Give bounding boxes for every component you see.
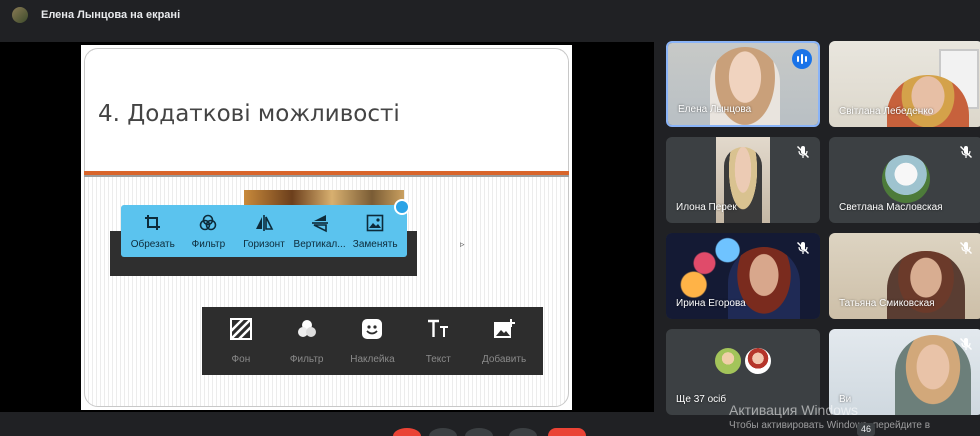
crop-tool[interactable]: Обрезать — [126, 213, 180, 250]
participant-name: Светлана Масловская — [839, 202, 943, 213]
participant-tile[interactable]: Татьяна Смиковская — [829, 233, 980, 319]
text-tool[interactable]: Текст — [407, 318, 469, 365]
avatar — [713, 346, 743, 376]
filter-tool[interactable]: Фильтр — [276, 318, 338, 365]
tool-label: Добавить — [481, 353, 527, 365]
tool-label: Обрезать — [130, 238, 175, 250]
flip-vertical-icon — [311, 214, 328, 232]
tool-label: Фон — [231, 353, 251, 365]
slide-title: 4. Додаткові можливості — [98, 101, 400, 127]
tool-label: Вертикал... — [293, 238, 346, 250]
tool-label: Фильтр — [191, 238, 226, 250]
tool-label: Наклейка — [350, 353, 395, 365]
replace-image-tool[interactable]: Заменять — [348, 213, 402, 250]
participant-tile[interactable]: Світлана Лебеденко — [829, 41, 980, 127]
mic-off-icon — [797, 242, 809, 254]
participant-name: Елена Лынцова — [678, 104, 752, 115]
mic-button[interactable] — [393, 428, 421, 436]
top-bar: Елена Лынцова на екрані — [0, 0, 980, 30]
tool-label: Текст — [425, 353, 451, 365]
presenter-title: Елена Лынцова на екрані — [41, 9, 181, 21]
participant-avatar — [882, 155, 930, 203]
tool-label: Фильтр — [289, 353, 324, 365]
participant-tile[interactable]: Ирина Егорова — [666, 233, 820, 319]
windows-activation-watermark: Активация Windows — [729, 402, 859, 418]
more-options-button[interactable] — [509, 428, 537, 436]
windows-activation-hint: Чтобы активировать Windows, перейдите в — [729, 420, 931, 431]
edit-toolbar: Обрезать Фильтр Горизонт Вертикал... Зам… — [121, 205, 407, 257]
filter-icon — [200, 214, 217, 230]
camera-button[interactable] — [429, 428, 457, 436]
filter-icon — [297, 319, 316, 337]
participant-name: Світлана Лебеденко — [839, 106, 934, 117]
mic-off-icon — [960, 146, 972, 158]
participant-count-badge[interactable]: 46 — [857, 423, 875, 436]
image-replace-icon — [366, 214, 384, 231]
slide-divider — [84, 171, 569, 177]
crop-icon — [144, 214, 160, 230]
meeting-window: Елена Лынцова на екрані 4. Додаткові мож… — [0, 0, 980, 436]
add-image-tool[interactable]: Добавить — [473, 318, 535, 365]
background-tool[interactable]: Фон — [210, 317, 272, 365]
participant-name: Татьяна Смиковская — [839, 298, 935, 309]
mic-off-icon — [960, 338, 972, 350]
background-icon — [229, 317, 252, 340]
participant-tile[interactable]: Илона Перек — [666, 137, 820, 223]
avatar — [743, 346, 773, 376]
text-icon — [428, 319, 449, 337]
add-image-icon — [494, 318, 516, 338]
participant-tile[interactable]: Светлана Масловская — [829, 137, 980, 223]
flip-vertical-tool[interactable]: Вертикал... — [293, 213, 347, 250]
presenter-avatar — [12, 7, 28, 23]
tool-label: Горизонт — [243, 238, 285, 250]
presentation-slide: 4. Додаткові можливості Обрезать Фильтр … — [81, 45, 572, 410]
shared-screen: 4. Додаткові можливості Обрезать Фильтр … — [0, 42, 654, 412]
tool-label: Заменять — [352, 238, 398, 250]
filter-tool[interactable]: Фильтр — [181, 213, 235, 250]
participant-name: Ирина Егорова — [676, 298, 746, 309]
mic-off-icon — [797, 146, 809, 158]
participant-name: Илона Перек — [676, 202, 737, 213]
end-call-button[interactable] — [548, 428, 586, 436]
sticker-tool[interactable]: Наклейка — [341, 318, 403, 365]
mic-off-icon — [960, 242, 972, 254]
cursor-icon: ▹ — [460, 239, 465, 249]
story-toolbar: Фон Фильтр Наклейка Текст Добавить — [202, 307, 543, 375]
sticker-icon — [362, 318, 383, 339]
participant-tile[interactable]: Елена Лынцова — [666, 41, 820, 127]
speaking-indicator-icon — [792, 49, 812, 69]
more-participants-avatars — [713, 346, 777, 378]
participant-name: Ще 37 осіб — [676, 394, 727, 405]
edit-badge — [394, 199, 410, 215]
flip-horizontal-tool[interactable]: Горизонт — [237, 213, 291, 250]
flip-horizontal-icon — [255, 214, 274, 231]
participant-figure — [710, 47, 780, 125]
captions-button[interactable] — [465, 428, 493, 436]
